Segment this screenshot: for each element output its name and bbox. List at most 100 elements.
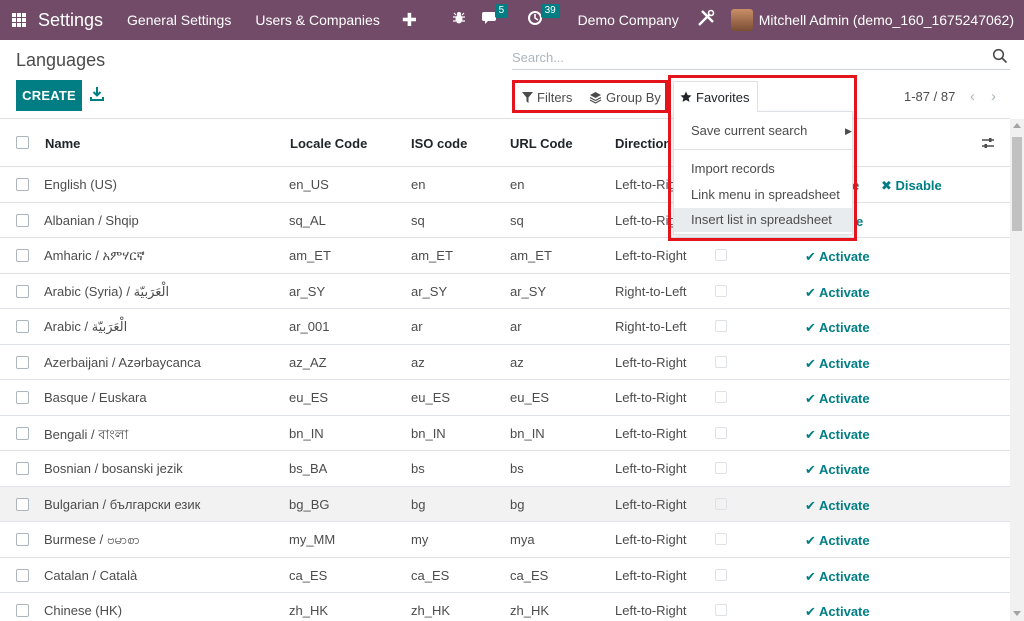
row-checkbox[interactable]	[16, 249, 29, 262]
column-iso-code[interactable]: ISO code	[411, 136, 467, 151]
cell-iso-code: bn_IN	[411, 425, 446, 441]
add-menu-icon[interactable]: ✚	[402, 10, 417, 31]
search-input[interactable]	[512, 46, 982, 68]
table-row[interactable]: Bosnian / bosanski jezik bs_BA bs bs Left-to…	[0, 451, 1010, 487]
pager-value[interactable]: 1-87 / 87	[904, 89, 955, 104]
filters-button[interactable]: Filters	[522, 86, 572, 108]
activate-button[interactable]: ✔ Activate	[805, 427, 870, 443]
pager-previous-icon[interactable]: ‹	[970, 88, 975, 105]
table-row[interactable]: Bulgarian / български език bg_BG bg bg Left-…	[0, 486, 1010, 522]
rtl-checkbox	[715, 604, 727, 616]
messages-icon[interactable]: 5	[481, 4, 509, 29]
column-locale-code[interactable]: Locale Code	[290, 136, 367, 151]
row-checkbox[interactable]	[16, 355, 29, 369]
activate-button[interactable]: ✔ Activate	[805, 249, 870, 265]
rtl-checkbox	[715, 568, 727, 581]
row-checkbox[interactable]	[16, 320, 29, 333]
cell-iso-code: ca_ES	[411, 567, 450, 583]
column-name[interactable]: Name	[45, 136, 80, 151]
cell-iso-code: sq	[411, 212, 425, 228]
table-row[interactable]: Azerbaijani / Azərbaycanca az_AZ az az Left-…	[0, 344, 1010, 380]
row-checkbox[interactable]	[16, 533, 29, 546]
cell-iso-code: az	[411, 354, 425, 370]
cell-url-code: bn_IN	[510, 425, 545, 441]
optional-columns-icon[interactable]	[981, 136, 995, 150]
activate-button[interactable]: ✔ Activate	[805, 285, 870, 301]
activate-button[interactable]: ✔ Activate	[805, 604, 870, 620]
scroll-down-arrow[interactable]	[1013, 611, 1021, 616]
row-checkbox[interactable]	[16, 568, 29, 582]
cell-locale-code: sq_AL	[289, 212, 326, 228]
table-row[interactable]: Amharic / አምሃርኛ am_ET am_ET am_ET Left-to-Ri…	[0, 238, 1010, 274]
user-menu[interactable]: Mitchell Admin (demo_160_1675247062)	[759, 12, 1014, 28]
column-direction[interactable]: Direction	[615, 136, 671, 151]
cell-direction: Left-to-Right	[615, 390, 687, 405]
cell-language-name: Basque / Euskara	[44, 390, 147, 405]
menu-general-settings[interactable]: General Settings	[127, 12, 231, 28]
cell-locale-code: en_US	[289, 177, 329, 192]
rtl-checkbox	[715, 355, 727, 368]
debug-bug-icon[interactable]	[452, 11, 466, 29]
menu-users-companies[interactable]: Users & Companies	[255, 12, 380, 28]
scroll-up-arrow[interactable]	[1013, 123, 1021, 128]
cell-iso-code: ar	[411, 319, 423, 334]
messages-count-badge: 5	[494, 4, 509, 18]
scroll-thumb[interactable]	[1012, 137, 1022, 231]
create-button[interactable]: CREATE	[16, 80, 82, 111]
table-row[interactable]: Bengali / বাংলা bn_IN bn_IN bn_IN Left-to-Ri…	[0, 415, 1010, 451]
activate-button[interactable]: ✔ Activate	[805, 498, 870, 514]
activate-button[interactable]: ✔ Activate	[805, 569, 870, 585]
table-row[interactable]: Basque / Euskara eu_ES eu_ES eu_ES Left-to-R…	[0, 380, 1010, 416]
rtl-checkbox	[715, 284, 727, 297]
pager-next-icon[interactable]: ›	[991, 88, 996, 105]
row-checkbox[interactable]	[16, 497, 29, 511]
activate-label: Activate	[819, 391, 870, 406]
cell-iso-code: en	[411, 177, 426, 192]
select-all-checkbox[interactable]	[16, 136, 29, 149]
row-checkbox[interactable]	[16, 462, 29, 475]
check-icon: ✔	[805, 355, 820, 371]
row-checkbox[interactable]	[16, 426, 29, 440]
row-checkbox[interactable]	[16, 284, 29, 298]
rtl-checkbox	[715, 249, 727, 261]
table-row[interactable]: Burmese / ဗမာစာ my_MM my mya Left-to-Right ✔ …	[0, 522, 1010, 558]
page-title: Languages	[16, 50, 106, 70]
download-icon[interactable]	[90, 86, 104, 102]
table-row[interactable]: Arabic (Syria) / الْعَرَبيّة ar_SY ar_SY ar…	[0, 273, 1010, 309]
cell-language-name: Bosnian / bosanski jezik	[44, 461, 183, 476]
activate-label: Activate	[819, 284, 870, 300]
cell-locale-code: bs_BA	[289, 461, 328, 476]
activate-button[interactable]: ✔ Activate	[805, 391, 870, 407]
table-row[interactable]: English (US) en_US en en Left-to-Right e ✖ Dis…	[0, 167, 1010, 203]
activate-button[interactable]: ✔ Activate	[805, 320, 870, 336]
activities-clock-icon[interactable]: 39	[527, 4, 560, 29]
check-icon: ✔	[805, 568, 820, 584]
row-checkbox[interactable]	[16, 604, 29, 617]
group-by-button[interactable]: Group By	[589, 86, 661, 108]
table-row[interactable]: Catalan / Català ca_ES ca_ES ca_ES Left-to-R…	[0, 557, 1010, 593]
row-checkbox[interactable]	[16, 178, 29, 191]
table-row[interactable]: Chinese (HK) zh_HK zh_HK zh_HK Left-to-Right…	[0, 593, 1010, 621]
activate-button[interactable]: ✔ Activate	[805, 356, 870, 372]
search-icon[interactable]	[992, 48, 1008, 64]
tools-icon[interactable]	[697, 9, 715, 31]
table-row[interactable]: Albanian / Shqip sq_AL sq sq Left-to-Right e	[0, 202, 1010, 238]
user-avatar[interactable]	[730, 9, 753, 31]
row-action-partial[interactable]: e	[856, 214, 863, 229]
activate-button[interactable]: ✔ Activate	[805, 462, 870, 478]
vertical-scrollbar[interactable]	[1010, 119, 1024, 621]
cell-language-name: Albanian / Shqip	[44, 212, 139, 228]
row-checkbox[interactable]	[16, 391, 29, 404]
apps-menu-icon[interactable]	[12, 13, 26, 27]
cell-url-code: bs	[510, 461, 524, 476]
row-checkbox[interactable]	[16, 213, 29, 227]
cell-locale-code: bn_IN	[289, 425, 324, 441]
company-switcher[interactable]: Demo Company	[578, 12, 679, 28]
table-row[interactable]: Arabic / الْعَرَبيّة ar_001 ar ar Right-to-L…	[0, 309, 1010, 345]
rtl-checkbox	[715, 391, 727, 403]
column-url-code[interactable]: URL Code	[510, 136, 573, 151]
disable-button[interactable]: ✖ Disable	[881, 178, 942, 194]
activate-button[interactable]: ✔ Activate	[805, 533, 870, 549]
check-icon: ✔	[805, 497, 820, 513]
app-title[interactable]: Settings	[38, 10, 103, 31]
